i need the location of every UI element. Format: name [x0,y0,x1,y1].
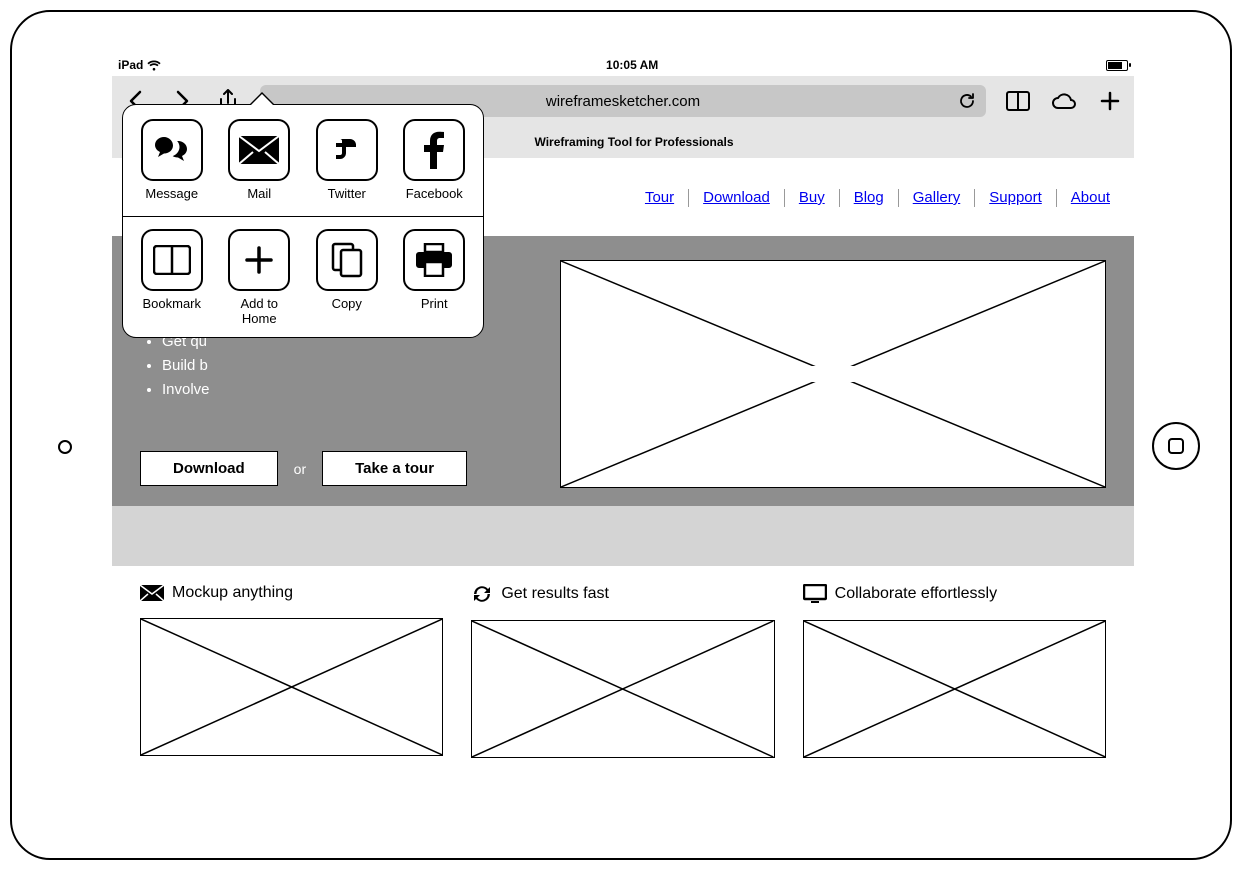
wifi-icon [147,60,161,71]
feature-image-placeholder [140,618,443,756]
nav-download[interactable]: Download [703,189,770,206]
nav-blog[interactable]: Blog [854,189,884,206]
message-icon [152,133,192,167]
monitor-icon [803,584,827,604]
share-copy[interactable]: Copy [310,229,384,327]
placeholder-label: Screenshot [794,366,873,382]
print-icon [415,243,453,277]
feature-collaborate: Collaborate effortlessly [803,584,1106,758]
device-label: iPad [118,58,143,72]
feature-title: Mockup anything [172,584,293,602]
feature-results: Get results fast [471,584,774,758]
share-label: Add to Home [223,297,297,327]
reader-button[interactable] [1004,87,1032,115]
divider-band [112,506,1134,566]
features-row: Mockup anything Get results fast [112,566,1134,778]
share-message[interactable]: Message [135,119,209,202]
feature-image-placeholder [471,620,774,758]
copy-icon [331,242,363,278]
share-label: Twitter [328,187,366,202]
feature-title: Get results fast [501,585,609,603]
hero-screenshot-placeholder: Screenshot [560,260,1106,488]
nav-tour[interactable]: Tour [645,189,674,206]
share-label: Copy [332,297,362,312]
reload-icon[interactable] [958,92,976,110]
plus-icon [244,245,274,275]
status-time: 10:05 AM [606,58,658,72]
hero-bullet: Build b [162,354,540,378]
share-twitter[interactable]: Twitter [310,119,384,202]
share-label: Facebook [406,187,463,202]
main-nav: Tour Download Buy Blog Gallery Support A… [645,189,1110,207]
mail-icon [239,136,279,164]
twitter-icon [330,133,364,167]
mail-icon [140,585,164,601]
address-text: wireframesketcher.com [546,93,700,110]
nav-about[interactable]: About [1071,189,1110,206]
share-print[interactable]: Print [398,229,472,327]
share-bookmark[interactable]: Bookmark [135,229,209,327]
feature-title: Collaborate effortlessly [835,585,997,603]
nav-buy[interactable]: Buy [799,189,825,206]
cta-or-text: or [294,461,306,477]
take-tour-button[interactable]: Take a tour [322,451,467,486]
share-add-to-home[interactable]: Add to Home [223,229,297,327]
refresh-icon [471,584,493,604]
new-tab-button[interactable] [1096,87,1124,115]
share-label: Mail [247,187,271,202]
download-button[interactable]: Download [140,451,278,486]
camera-dot [58,440,72,454]
share-label: Bookmark [142,297,201,312]
battery-icon [1106,60,1128,71]
bookmark-icon [153,245,191,275]
hero-bullet: Involve [162,378,540,402]
share-label: Message [145,187,198,202]
share-facebook[interactable]: Facebook [398,119,472,202]
feature-mockup: Mockup anything [140,584,443,758]
cloud-tabs-button[interactable] [1050,87,1078,115]
share-mail[interactable]: Mail [223,119,297,202]
nav-support[interactable]: Support [989,189,1042,206]
share-label: Print [421,297,448,312]
facebook-icon [424,131,444,169]
ipad-frame: iPad 10:05 AM wireframesketcher.com [10,10,1232,860]
home-button[interactable] [1152,422,1200,470]
feature-image-placeholder [803,620,1106,758]
nav-gallery[interactable]: Gallery [913,189,961,206]
status-bar: iPad 10:05 AM [112,54,1134,76]
share-popover: Message Mail Twitter Facebook Bookmark [122,104,484,338]
